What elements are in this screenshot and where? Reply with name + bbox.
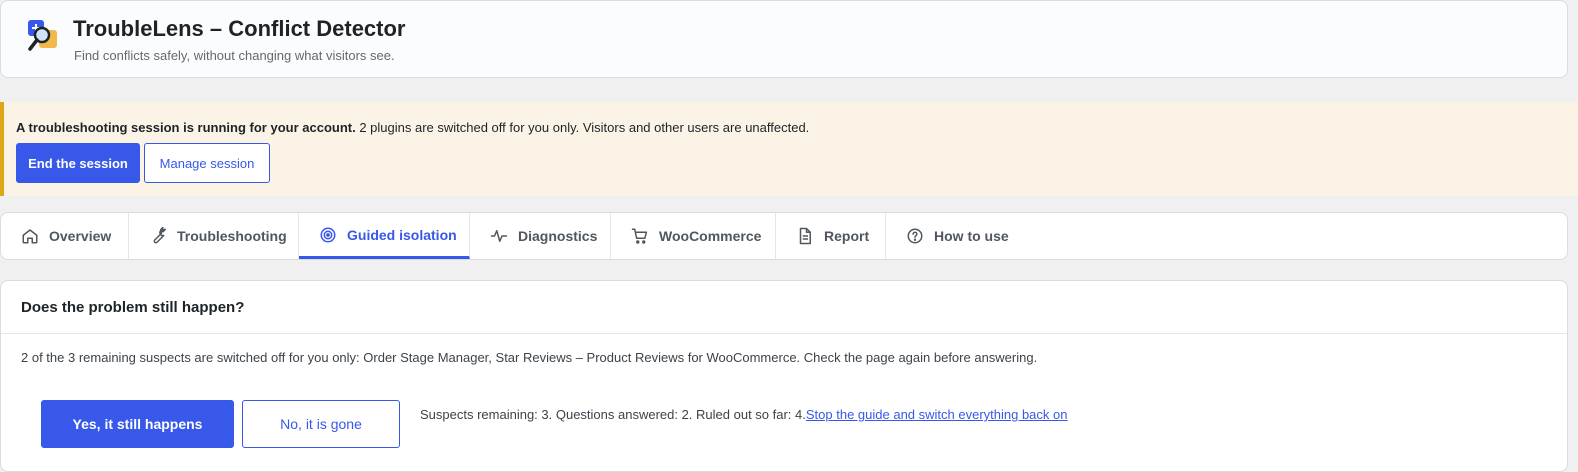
- session-notice-detail: 2 plugins are switched off for you only.…: [355, 120, 810, 135]
- tab-guided-isolation[interactable]: Guided isolation: [299, 213, 470, 259]
- tab-report[interactable]: Report: [776, 213, 886, 259]
- cart-icon: [631, 228, 648, 244]
- tab-overview-label: Overview: [49, 228, 112, 244]
- stop-guide-link[interactable]: Stop the guide and switch everything bac…: [806, 407, 1068, 422]
- tab-how-to-use-label: How to use: [934, 228, 1009, 244]
- wrench-icon: [153, 227, 167, 244]
- home-icon: [22, 229, 38, 244]
- target-icon: [320, 227, 336, 242]
- tab-guided-isolation-label: Guided isolation: [347, 226, 457, 243]
- tab-how-to-use[interactable]: How to use: [886, 213, 1026, 259]
- tab-troubleshooting-label: Troubleshooting: [177, 228, 287, 244]
- tab-diagnostics[interactable]: Diagnostics: [470, 213, 611, 259]
- question-heading: Does the problem still happen?: [21, 299, 245, 316]
- troublelens-logo-icon: [28, 20, 57, 51]
- session-notice-text: A troubleshooting session is running for…: [16, 120, 809, 135]
- pulse-icon: [490, 230, 508, 242]
- app-title: TroubleLens – Conflict Detector: [73, 16, 406, 41]
- tab-woocommerce-label: WooCommerce: [659, 228, 762, 244]
- tab-woocommerce[interactable]: WooCommerce: [611, 213, 776, 259]
- manage-session-button[interactable]: Manage session: [144, 143, 270, 183]
- guide-status-text: Suspects remaining: 3. Questions answere…: [420, 407, 806, 422]
- tab-troubleshooting[interactable]: Troubleshooting: [129, 213, 299, 259]
- app-header: TroubleLens – Conflict Detector Find con…: [0, 0, 1568, 78]
- yes-still-happens-button[interactable]: Yes, it still happens: [41, 400, 234, 448]
- suspects-description: 2 of the 3 remaining suspects are switch…: [21, 350, 1038, 365]
- document-icon: [799, 227, 811, 245]
- panel-divider: [1, 333, 1567, 334]
- guided-isolation-panel: Does the problem still happen? 2 of the …: [0, 280, 1568, 472]
- tab-bar: Overview Troubleshooting Guided isolatio…: [0, 212, 1568, 260]
- guide-status: Suspects remaining: 3. Questions answere…: [420, 407, 1068, 422]
- tab-overview[interactable]: Overview: [1, 213, 129, 259]
- end-session-button[interactable]: End the session: [16, 143, 140, 183]
- session-notice-bold: A troubleshooting session is running for…: [16, 120, 356, 135]
- help-icon: [907, 228, 923, 244]
- no-it-is-gone-button[interactable]: No, it is gone: [242, 400, 400, 448]
- tab-report-label: Report: [824, 228, 870, 244]
- app-subtitle: Find conflicts safely, without changing …: [74, 48, 395, 63]
- session-notice: A troubleshooting session is running for…: [0, 102, 1578, 196]
- tab-diagnostics-label: Diagnostics: [518, 228, 598, 244]
